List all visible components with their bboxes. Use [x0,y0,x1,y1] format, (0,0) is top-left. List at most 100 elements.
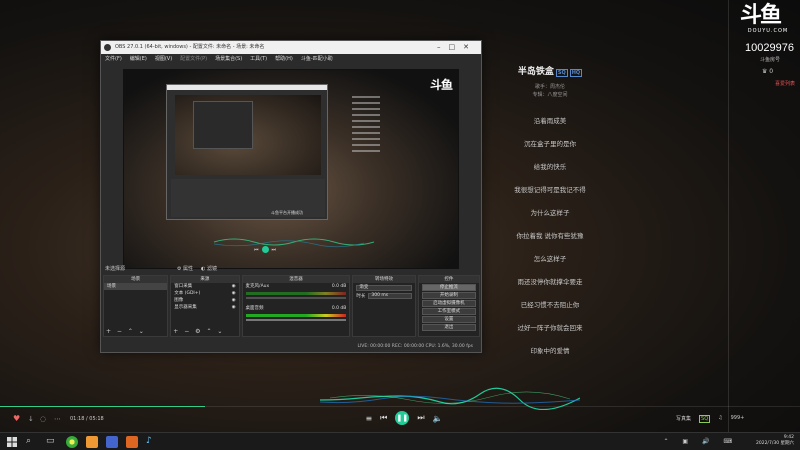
chrome-icon[interactable] [66,436,78,448]
mixer-header: 混音器 [242,276,350,283]
task-view-icon[interactable]: ▭ [46,436,58,448]
scene-dock-toolbar[interactable]: + − ⌃ ⌄ [106,328,146,335]
volume-icon[interactable]: 🔈 [433,414,443,423]
eye-icon: ◉ [231,305,236,310]
quality-badge[interactable]: SQ [699,415,711,423]
scene-item[interactable]: 场景 [104,283,168,290]
lyric-line: 给我的快乐 [533,163,567,171]
desktop-meter [245,314,347,317]
app-icon-orange[interactable] [126,436,138,448]
virtual-camera-button[interactable]: 启动虚拟摄像机 [421,300,476,307]
rank-link[interactable]: 喜爱列表 [775,80,795,87]
controls-dock: 控件 停止推流 开始录制 启动虚拟摄像机 工作室模式 设置 退出 [417,275,480,337]
clock[interactable]: 9:42 2022/7/30 星期六 [756,435,794,447]
search-icon[interactable]: ⌕ [26,436,38,448]
nested-inner-window [193,101,253,149]
nested-status-text: 斗鱼平台开播成功 [271,210,303,215]
obs-window[interactable]: OBS 27.0.1 (64-bit, windows) - 配置文件: 未命名… [100,40,482,353]
duration-input[interactable]: 300 ms [368,293,412,299]
progress-fill [0,406,205,407]
lyric-line: 你拉着我 说你有些犹豫 [516,232,584,240]
song-title: 半岛铁盒 SQ HQ [490,64,610,77]
source-item[interactable]: 显示器采集 ◉ [171,304,238,311]
folder-icon[interactable] [86,436,98,448]
lyric-line: 印象中的爱情 [530,347,570,355]
preview-player-controls: ⏮ ⏭ [254,246,276,253]
douyu-logo: 斗鱼 DOUYU.COM [740,3,796,35]
player-controls: ≡ ⏮ ❚❚ ⏭ 🔈 [364,411,444,425]
player-right-tools: 写真集 SQ ♫ 999+ [676,415,744,423]
room-id: 10029976 [745,42,794,54]
lyric-line: 沉在盒子里的是你 [524,140,576,148]
menu-douyu-helper[interactable]: 斗鱼-匹配小助 [301,54,333,64]
close-icon[interactable]: ✕ [463,43,477,51]
minimize-icon[interactable]: – [437,43,449,51]
waveform [320,387,580,410]
music-player-icon[interactable]: ♪ [146,436,158,448]
menu-scene-collection[interactable]: 场景集合(S) [215,54,242,64]
download-icon[interactable]: ↓ [28,415,34,423]
exit-button[interactable]: 退出 [421,324,476,331]
studio-mode-button[interactable]: 工作室模式 [421,308,476,315]
next-icon[interactable]: ⏭ [417,413,424,423]
song-singer: 歌手：周杰伦 [534,84,565,90]
app-icon-blue[interactable] [106,436,118,448]
window-controls[interactable]: –□✕ [437,41,477,54]
prev-icon: ⏮ [254,247,259,253]
source-item[interactable]: 图像 ◉ [171,297,238,304]
menu-view[interactable]: 视图(V) [155,54,172,64]
more-icon[interactable]: ⋯ [54,415,61,423]
obs-preview[interactable]: 斗鱼平台开播成功 斗鱼 ⏮ ⏭ [123,69,459,269]
windows-start-icon[interactable] [6,436,18,448]
source-item[interactable]: 窗口采集 ◉ [171,283,238,290]
preview-lyrics [336,96,396,156]
nested-obs-window: 斗鱼平台开播成功 [166,84,328,220]
menu-help[interactable]: 帮助(H) [275,54,293,64]
mixer-channel-mic: 麦克风/Aux 0.0 dB [245,284,347,289]
nested-preview [175,95,321,175]
start-recording-button[interactable]: 开始录制 [421,292,476,299]
sound-effect-icon[interactable]: ♫ [718,415,722,423]
scenes-header: 场景 [104,276,168,283]
playlist-icon[interactable]: ≡ [365,414,372,423]
source-dock-toolbar[interactable]: + − ⚙ ⌃ ⌄ [173,328,224,335]
taskbar: ⌕ ▭ ♪ ⌃ ▣ 🔊 ⌨ 9:42 2022/7/30 星期六 [0,432,800,450]
comment-icon[interactable]: ◌ [40,415,46,423]
douyu-logo-sub: DOUYU.COM [747,28,789,34]
desktop-volume-slider[interactable] [245,319,347,321]
like-heart-icon[interactable]: ♥ [13,414,20,423]
source-item[interactable]: 文本 (GDI+) ◉ [171,290,238,297]
lyric-line: 已经习惯不去阻止你 [520,301,580,309]
menu-edit[interactable]: 编辑(E) [130,54,147,64]
obs-statusbar: LIVE: 00:00:00 REC: 00:00:00 CPU: 1.6%, … [101,342,481,352]
queue-count[interactable]: 999+ [731,415,745,423]
scenes-dock: 场景 场景 + − ⌃ ⌄ [103,275,169,337]
menu-tools[interactable]: 工具(T) [250,54,267,64]
filters-button[interactable]: ◐ 滤镜 [201,265,217,272]
pause-icon[interactable]: ❚❚ [395,411,410,425]
menu-profile[interactable]: 配置文件(P) [180,54,207,64]
settings-button[interactable]: 设置 [421,316,476,323]
obs-menubar: 文件(F) 编辑(E) 视图(V) 配置文件(P) 场景集合(S) 工具(T) … [101,54,481,64]
menu-file[interactable]: 文件(F) [105,54,122,64]
system-tray-icons[interactable]: ⌃ ▣ 🔊 ⌨ [663,438,738,445]
maximize-icon[interactable]: □ [449,43,464,51]
nested-titlebar [167,85,327,90]
sq-badge: SQ [555,69,568,77]
lyric-line: 沿着雨成美 [533,117,567,125]
mini-lyric-button[interactable]: 写真集 [676,415,691,423]
transition-select[interactable]: 渐变 [356,285,412,291]
duration-label: 时长 [356,294,366,299]
room-label: 斗鱼房号 [760,57,781,63]
douyu-logo-mark: 斗鱼 [740,3,782,28]
previous-icon[interactable]: ⏮ [380,413,387,423]
obs-app-icon [104,44,111,51]
lyric-line: 过好一阵子你就会回来 [517,324,583,332]
obs-titlebar[interactable]: OBS 27.0.1 (64-bit, windows) - 配置文件: 未命名… [101,41,481,54]
lyric-line: 怎么这样子 [533,255,567,263]
hq-badge: HQ [569,69,583,77]
mic-volume-slider[interactable] [245,297,347,299]
properties-button[interactable]: ⚙ 属性 [177,265,193,272]
lyric-line: 雨还没停你就撑伞要走 [517,278,583,286]
stop-streaming-button[interactable]: 停止推流 [421,284,476,291]
